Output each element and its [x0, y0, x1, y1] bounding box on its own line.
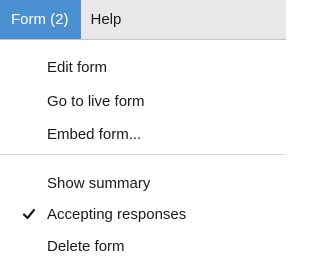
menu-help[interactable]: Help [81, 0, 132, 39]
menu-item-label: Embed form... [47, 125, 142, 143]
menu-item-show-summary[interactable]: Show summary [0, 168, 286, 198]
checkmark-icon [22, 208, 36, 220]
menu-item-label: Delete form [47, 237, 125, 255]
menu-separator [0, 154, 286, 155]
menu-bar: Form (2) Help [0, 0, 286, 40]
menu-item-delete-form[interactable]: Delete form [0, 231, 286, 261]
menu-item-label: Show summary [47, 174, 151, 192]
menu-item-accepting-responses[interactable]: Accepting responses [0, 199, 286, 229]
app-root: Form (2) Help Edit form Go to live form … [0, 0, 286, 270]
menu-form-label: Form (2) [11, 11, 69, 28]
menu-item-go-to-live-form[interactable]: Go to live form [0, 86, 286, 116]
menu-item-label: Edit form [47, 58, 108, 76]
menu-item-edit-form[interactable]: Edit form [0, 52, 286, 82]
menu-help-label: Help [90, 11, 122, 28]
menu-item-embed-form[interactable]: Embed form... [0, 119, 286, 149]
menu-form[interactable]: Form (2) [0, 0, 81, 39]
menu-item-label: Go to live form [47, 92, 145, 110]
form-dropdown-menu: Edit form Go to live form Embed form... … [0, 40, 286, 270]
menu-item-label: Accepting responses [47, 205, 187, 223]
